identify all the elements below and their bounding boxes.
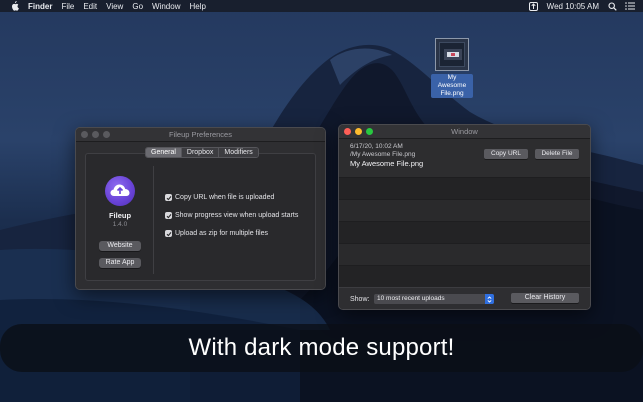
- minimize-button[interactable]: [355, 128, 362, 135]
- list-item-empty: [339, 222, 590, 244]
- prefs-window-title: Fileup Preferences: [169, 130, 232, 139]
- apple-menu-icon[interactable]: [10, 1, 20, 11]
- checkbox-checked-icon[interactable]: [165, 194, 172, 201]
- fileup-status-icon[interactable]: [529, 1, 539, 11]
- menu-window[interactable]: Window: [152, 2, 180, 11]
- option-upload-zip[interactable]: Upload as zip for multiple files: [165, 230, 298, 237]
- upload-path: /My Awesome File.png: [350, 151, 416, 158]
- option-label: Copy URL when file is uploaded: [175, 194, 275, 201]
- checkbox-checked-icon[interactable]: [165, 230, 172, 237]
- upload-file-name: My Awesome File.png: [350, 159, 424, 168]
- uploads-window-title: Window: [451, 127, 478, 136]
- zoom-button[interactable]: [103, 131, 110, 138]
- minimize-button[interactable]: [92, 131, 99, 138]
- menu-file[interactable]: File: [61, 2, 74, 11]
- uploads-list: 6/17/20, 10:02 AM /My Awesome File.png M…: [339, 139, 590, 287]
- select-value: 10 most recent uploads: [377, 295, 445, 302]
- panel-divider: [153, 166, 154, 274]
- prefs-tab-bar: General Dropbox Modifiers: [145, 147, 259, 158]
- zoom-button[interactable]: [366, 128, 373, 135]
- uploads-titlebar[interactable]: Window: [339, 125, 590, 139]
- menu-app-name[interactable]: Finder: [28, 2, 52, 11]
- tab-dropbox[interactable]: Dropbox: [181, 148, 220, 157]
- list-item-empty: [339, 200, 590, 222]
- desktop-file-label: My Awesome File.png: [431, 74, 473, 98]
- prefs-general-panel: Fileup 1.4.0 Website Rate App Copy URL w…: [85, 153, 316, 281]
- tab-modifiers[interactable]: Modifiers: [219, 148, 258, 157]
- menu-view[interactable]: View: [106, 2, 123, 11]
- uploads-window: Window 6/17/20, 10:02 AM /My Awesome Fil…: [338, 124, 591, 310]
- rate-app-button[interactable]: Rate App: [99, 258, 141, 268]
- menu-bar: Finder File Edit View Go Window Help Wed…: [0, 0, 643, 12]
- list-item-empty: [339, 244, 590, 266]
- close-button[interactable]: [344, 128, 351, 135]
- show-label: Show:: [350, 296, 370, 303]
- menu-go[interactable]: Go: [132, 2, 143, 11]
- file-thumbnail: [435, 38, 469, 71]
- list-item[interactable]: 6/17/20, 10:02 AM /My Awesome File.png M…: [339, 139, 590, 178]
- menu-clock[interactable]: Wed 10:05 AM: [547, 2, 599, 11]
- close-button[interactable]: [81, 131, 88, 138]
- prefs-titlebar[interactable]: Fileup Preferences: [76, 128, 325, 142]
- upload-date: 6/17/20, 10:02 AM: [350, 143, 403, 150]
- caption-banner: With dark mode support!: [0, 324, 643, 372]
- delete-file-button[interactable]: Delete File: [535, 149, 579, 159]
- desktop-file[interactable]: My Awesome File.png: [430, 38, 474, 98]
- website-button[interactable]: Website: [99, 241, 141, 251]
- option-label: Show progress view when upload starts: [175, 212, 299, 219]
- app-name-label: Fileup: [108, 211, 132, 220]
- option-show-progress[interactable]: Show progress view when upload starts: [165, 212, 298, 219]
- chevron-updown-icon: [485, 294, 494, 304]
- history-limit-select[interactable]: 10 most recent uploads: [374, 294, 494, 304]
- search-icon[interactable]: [607, 1, 617, 11]
- uploads-footer: Show: 10 most recent uploads Clear Histo…: [339, 287, 590, 309]
- menu-edit[interactable]: Edit: [83, 2, 97, 11]
- option-label: Upload as zip for multiple files: [175, 230, 268, 237]
- clear-history-button[interactable]: Clear History: [511, 293, 579, 303]
- menu-help[interactable]: Help: [189, 2, 205, 11]
- fileup-logo-icon: [105, 176, 135, 206]
- copy-url-button[interactable]: Copy URL: [484, 149, 528, 159]
- preferences-window: Fileup Preferences General Dropbox Modif…: [75, 127, 326, 290]
- option-copy-url[interactable]: Copy URL when file is uploaded: [165, 194, 298, 201]
- list-item-empty: [339, 178, 590, 200]
- app-version-label: 1.4.0: [112, 221, 128, 228]
- caption-text: With dark mode support!: [188, 334, 455, 361]
- list-icon[interactable]: [625, 2, 635, 11]
- checkbox-checked-icon[interactable]: [165, 212, 172, 219]
- tab-general[interactable]: General: [146, 148, 182, 157]
